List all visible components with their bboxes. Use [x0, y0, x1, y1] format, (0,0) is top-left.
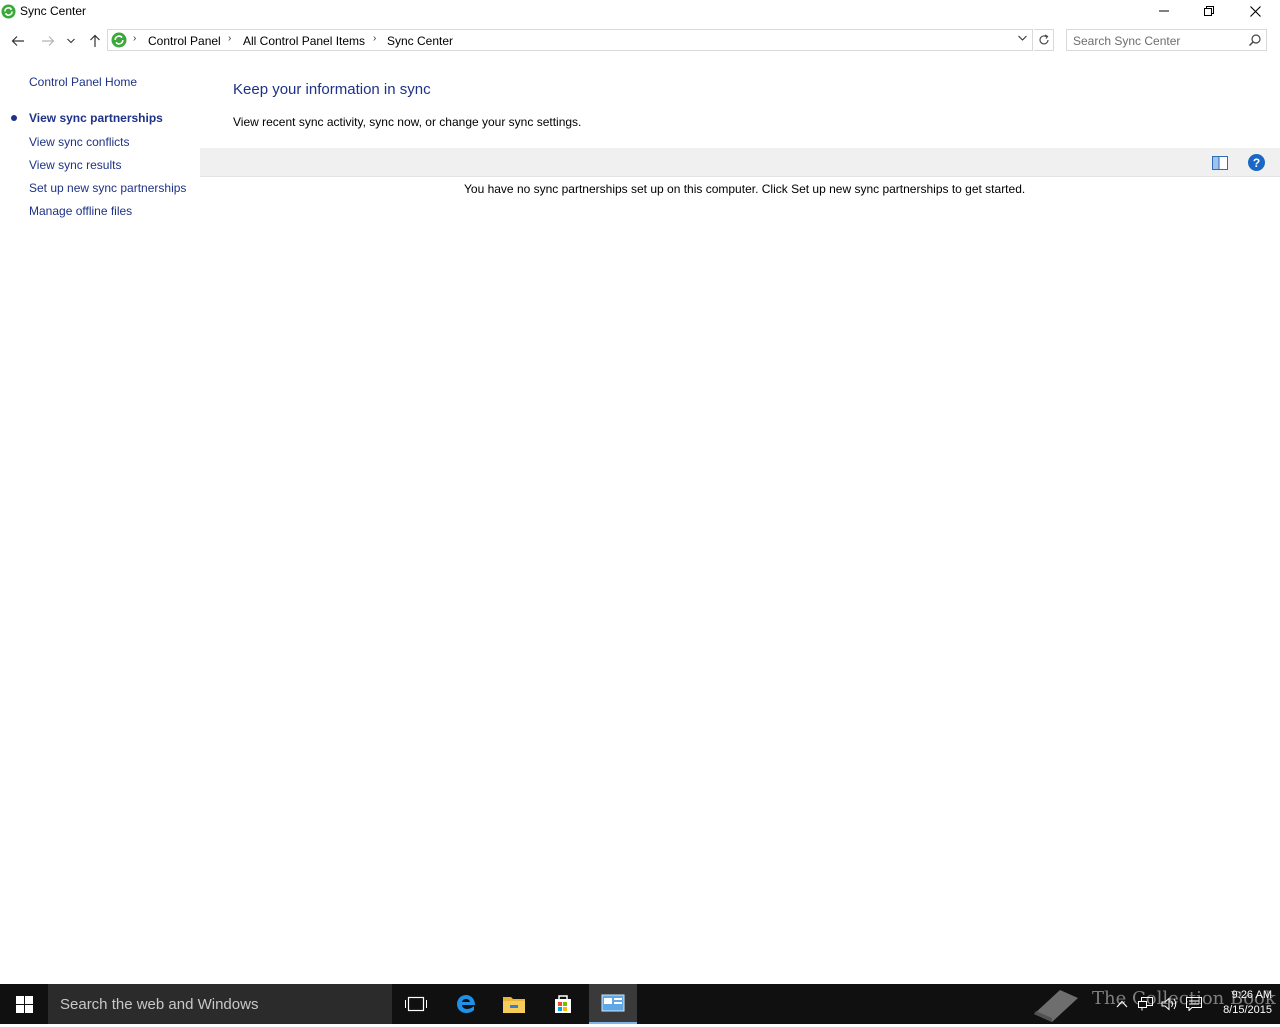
forward-button[interactable]: [38, 30, 58, 52]
chevron-down-icon: [67, 38, 75, 44]
empty-state-message: You have no sync partnerships set up on …: [464, 182, 1026, 196]
edge-taskbar-button[interactable]: [442, 984, 490, 1024]
forward-arrow-icon: [42, 36, 55, 46]
help-button[interactable]: ?: [1248, 154, 1265, 171]
control-panel-taskbar-button[interactable]: [589, 984, 637, 1024]
search-input[interactable]: [1073, 33, 1243, 48]
recent-locations-button[interactable]: [62, 30, 80, 52]
windows-logo-icon: [15, 995, 33, 1013]
breadcrumb-all-control-panel-items[interactable]: All Control Panel Items: [243, 34, 365, 48]
minimize-icon: [1159, 10, 1169, 12]
address-dropdown-button[interactable]: [1012, 29, 1032, 47]
refresh-icon: [1039, 34, 1049, 45]
breadcrumb-control-panel[interactable]: Control Panel: [148, 34, 221, 48]
search-box[interactable]: [1066, 29, 1267, 51]
close-button[interactable]: [1232, 0, 1278, 22]
preview-pane-icon[interactable]: [1212, 156, 1228, 170]
breadcrumb-sync-center[interactable]: Sync Center: [387, 34, 453, 48]
clock-date: 8/15/2015: [1223, 1004, 1272, 1016]
address-bar[interactable]: › Control Panel › All Control Panel Item…: [107, 29, 1033, 51]
volume-tray-button[interactable]: [1161, 996, 1177, 1012]
sync-center-icon: [111, 32, 127, 48]
back-button[interactable]: [8, 30, 28, 52]
file-explorer-icon: [503, 997, 525, 1013]
restore-button[interactable]: [1186, 0, 1232, 22]
refresh-button[interactable]: [1034, 29, 1054, 51]
start-button[interactable]: [0, 984, 48, 1024]
sidebar-item-view-sync-partnerships[interactable]: View sync partnerships: [29, 111, 163, 125]
restore-icon: [1204, 6, 1214, 16]
book-logo-icon: [1034, 990, 1078, 1022]
back-arrow-icon: [11, 36, 24, 46]
window-title: Sync Center: [20, 4, 87, 18]
title-bar: Sync Center: [0, 0, 1280, 24]
show-hidden-icons-button[interactable]: [1114, 996, 1130, 1012]
command-toolbar: ?: [200, 148, 1280, 177]
search-icon: [1249, 34, 1261, 46]
clock-time: 9:26 AM: [1231, 989, 1272, 1001]
control-panel-icon: [601, 994, 625, 1012]
breadcrumb-separator-icon[interactable]: ›: [228, 33, 231, 44]
store-taskbar-button[interactable]: [539, 984, 587, 1024]
up-button[interactable]: [85, 30, 105, 52]
action-center-icon: [1186, 997, 1202, 1011]
left-navigation-pane: Control Panel Home View sync partnership…: [0, 60, 200, 360]
breadcrumb-separator-icon[interactable]: ›: [373, 33, 376, 44]
action-center-button[interactable]: [1186, 996, 1202, 1012]
taskbar-search-placeholder: Search the web and Windows: [60, 996, 259, 1013]
minimize-button[interactable]: [1141, 0, 1187, 22]
network-tray-button[interactable]: [1138, 996, 1154, 1012]
network-icon: [1138, 997, 1153, 1011]
file-explorer-taskbar-button[interactable]: [490, 984, 538, 1024]
task-view-icon: [405, 996, 427, 1012]
store-icon: [555, 995, 571, 1013]
sync-center-icon: [1, 4, 16, 19]
page-title: Keep your information in sync: [233, 81, 431, 98]
volume-icon: [1161, 997, 1177, 1011]
task-view-button[interactable]: [392, 984, 440, 1024]
control-panel-home-link[interactable]: Control Panel Home: [29, 75, 137, 89]
sidebar-item-view-sync-results[interactable]: View sync results: [29, 158, 121, 172]
taskbar: Search the web and Windows The Collectio…: [0, 984, 1280, 1024]
close-icon: [1249, 5, 1261, 17]
taskbar-clock[interactable]: 9:26 AM 8/15/2015: [1208, 988, 1272, 1018]
sidebar-item-set-up-new-sync-partnerships[interactable]: Set up new sync partnerships: [29, 181, 186, 195]
taskbar-search-box[interactable]: Search the web and Windows: [48, 984, 392, 1024]
chevron-up-icon: [1116, 1000, 1128, 1008]
sidebar-item-view-sync-conflicts[interactable]: View sync conflicts: [29, 135, 129, 149]
breadcrumb-separator-icon[interactable]: ›: [133, 33, 136, 44]
sidebar-item-manage-offline-files[interactable]: Manage offline files: [29, 204, 132, 218]
up-arrow-icon: [90, 34, 100, 47]
navigation-bar: › Control Panel › All Control Panel Item…: [0, 28, 1280, 54]
page-description: View recent sync activity, sync now, or …: [233, 115, 582, 129]
edge-icon: [457, 995, 475, 1013]
active-bullet-icon: [11, 115, 17, 121]
chevron-down-icon: [1017, 35, 1027, 41]
